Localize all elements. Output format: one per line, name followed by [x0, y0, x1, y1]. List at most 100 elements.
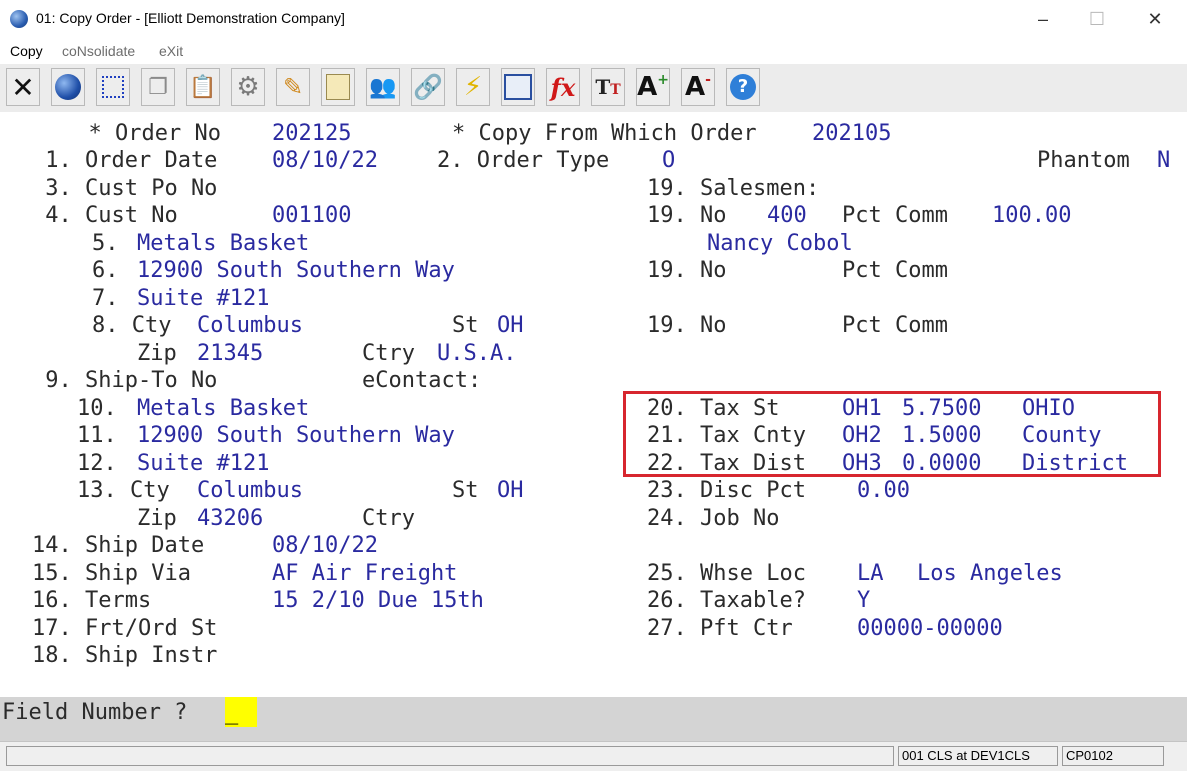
- maximize-button[interactable]: ☐: [1074, 4, 1120, 34]
- ship-instr-label: 18. Ship Instr: [32, 643, 218, 668]
- font-decrease-icon[interactable]: A-: [681, 68, 715, 106]
- status-panel-program: CP0102: [1062, 746, 1164, 766]
- order-no-value[interactable]: 202125: [272, 120, 351, 147]
- app-globe-icon: [10, 10, 28, 28]
- salesman1-no-label: 19. No: [647, 203, 727, 228]
- bill-state-label: St: [452, 313, 479, 338]
- lightning-icon[interactable]: ⚡: [456, 68, 490, 106]
- taxable-label: 26. Taxable?: [647, 588, 806, 613]
- ship-addr1-value[interactable]: 12900 South Southern Way: [137, 422, 455, 449]
- bill-zip-value[interactable]: 21345: [197, 340, 263, 367]
- order-type-label: 2. Order Type: [437, 148, 610, 173]
- paste-icon[interactable]: 📋: [186, 68, 220, 106]
- settings-icon[interactable]: ⚙: [231, 68, 265, 106]
- cust-po-label: 3. Cust Po No: [32, 176, 218, 201]
- ship-name-label: 10.: [77, 396, 117, 421]
- menu-copy[interactable]: Copy: [10, 43, 43, 59]
- salesmen-label: 19. Salesmen:: [647, 176, 820, 201]
- ship-city-value[interactable]: Columbus: [197, 477, 303, 504]
- salesman1-no-value[interactable]: 400: [767, 202, 807, 229]
- disc-pct-value[interactable]: 0.00: [857, 477, 910, 504]
- cust-no-value[interactable]: 001100: [272, 202, 351, 229]
- salesman1-pct-label: Pct Comm: [842, 203, 948, 228]
- ship-addr2-value[interactable]: Suite #121: [137, 450, 269, 477]
- users-icon[interactable]: 👥: [366, 68, 400, 106]
- input-cursor: _: [225, 700, 239, 725]
- field-number-prompt: Field Number ?: [2, 700, 188, 725]
- econtact-label: eContact:: [362, 368, 482, 393]
- status-bar: 001 CLS at DEV1CLS CP0102: [0, 741, 1187, 771]
- text-size-icon[interactable]: TT: [591, 68, 625, 106]
- ship-date-label: 14. Ship Date: [32, 533, 205, 558]
- order-type-value[interactable]: O: [662, 147, 675, 174]
- screen-icon[interactable]: [501, 68, 535, 106]
- select-icon[interactable]: [96, 68, 130, 106]
- window-title: 01: Copy Order - [Elliott Demonstration …: [36, 10, 345, 26]
- ship-addr1-label: 11.: [77, 423, 117, 448]
- font-increase-icon[interactable]: A+: [636, 68, 670, 106]
- bill-country-value[interactable]: U.S.A.: [437, 340, 516, 367]
- ship-zip-value[interactable]: 43206: [197, 505, 263, 532]
- bill-state-value[interactable]: OH: [497, 312, 524, 339]
- close-icon[interactable]: ✕: [6, 68, 40, 106]
- ship-state-label: St: [452, 478, 479, 503]
- bill-city-label: 8. Cty: [92, 313, 172, 338]
- salesman2-pct-label: Pct Comm: [842, 258, 948, 283]
- terms-value[interactable]: 15 2/10 Due 15th: [272, 587, 484, 614]
- order-no-label: * Order No: [62, 121, 221, 146]
- order-date-value[interactable]: 08/10/22: [272, 147, 378, 174]
- help-icon[interactable]: ?: [726, 68, 760, 106]
- fx-icon[interactable]: fx: [546, 68, 580, 106]
- globe-icon[interactable]: [51, 68, 85, 106]
- ship-country-label: Ctry: [362, 506, 415, 531]
- whse-loc-name: Los Angeles: [917, 561, 1063, 586]
- ship-via-value[interactable]: AF Air Freight: [272, 560, 457, 587]
- order-form-screen: * Order No 202125 * Copy From Which Orde…: [0, 112, 1187, 697]
- job-no-label: 24. Job No: [647, 506, 780, 531]
- menu-bar: Copy coNsolidate eXit: [0, 38, 1187, 64]
- phantom-label: Phantom: [1037, 148, 1130, 173]
- tax-fields-highlight: [623, 391, 1161, 477]
- salesman3-pct-label: Pct Comm: [842, 313, 948, 338]
- frt-ord-label: 17. Frt/Ord St: [32, 616, 218, 641]
- pft-ctr-label: 27. Pft Ctr: [647, 616, 793, 641]
- links-icon[interactable]: 🔗: [411, 68, 445, 106]
- ship-zip-label: Zip: [137, 506, 177, 531]
- close-window-button[interactable]: ✕: [1132, 4, 1178, 34]
- salesman2-no-label: 19. No: [647, 258, 727, 283]
- cust-no-label: 4. Cust No: [32, 203, 178, 228]
- menu-exit[interactable]: eXit: [159, 43, 183, 59]
- bill-name-value[interactable]: Metals Basket: [137, 230, 309, 257]
- copy-icon[interactable]: ❐: [141, 68, 175, 106]
- field-number-input[interactable]: _: [225, 697, 257, 727]
- taxable-value[interactable]: Y: [857, 587, 870, 614]
- minimize-button[interactable]: –: [1020, 4, 1066, 34]
- status-panel-main: [6, 746, 894, 766]
- phantom-value[interactable]: N: [1157, 147, 1170, 174]
- pft-ctr-value[interactable]: 00000-00000: [857, 615, 1003, 642]
- notes-icon[interactable]: [321, 68, 355, 106]
- ship-date-value[interactable]: 08/10/22: [272, 532, 378, 559]
- terms-label: 16. Terms: [32, 588, 152, 613]
- ship-via-label: 15. Ship Via: [32, 561, 191, 586]
- ship-addr2-label: 12.: [77, 451, 117, 476]
- copy-from-label: * Copy From Which Order: [452, 121, 757, 146]
- bill-addr1-value[interactable]: 12900 South Southern Way: [137, 257, 455, 284]
- command-line: Field Number ? _: [0, 697, 1187, 741]
- copy-from-value[interactable]: 202105: [812, 120, 891, 147]
- salesman3-no-label: 19. No: [647, 313, 727, 338]
- ship-state-value[interactable]: OH: [497, 477, 524, 504]
- disc-pct-label: 23. Disc Pct: [647, 478, 806, 503]
- bill-name-label: 5.: [92, 231, 119, 256]
- bill-city-value[interactable]: Columbus: [197, 312, 303, 339]
- ship-name-value[interactable]: Metals Basket: [137, 395, 309, 422]
- bill-addr2-value[interactable]: Suite #121: [137, 285, 269, 312]
- ship-city-label: 13. Cty: [77, 478, 170, 503]
- salesman1-pct-value[interactable]: 100.00: [992, 202, 1071, 229]
- bill-zip-label: Zip: [137, 341, 177, 366]
- salesman1-name: Nancy Cobol: [707, 231, 853, 256]
- whse-loc-code[interactable]: LA: [857, 560, 884, 587]
- whse-loc-label: 25. Whse Loc: [647, 561, 806, 586]
- edit-icon[interactable]: ✎: [276, 68, 310, 106]
- menu-consolidate[interactable]: coNsolidate: [62, 43, 135, 59]
